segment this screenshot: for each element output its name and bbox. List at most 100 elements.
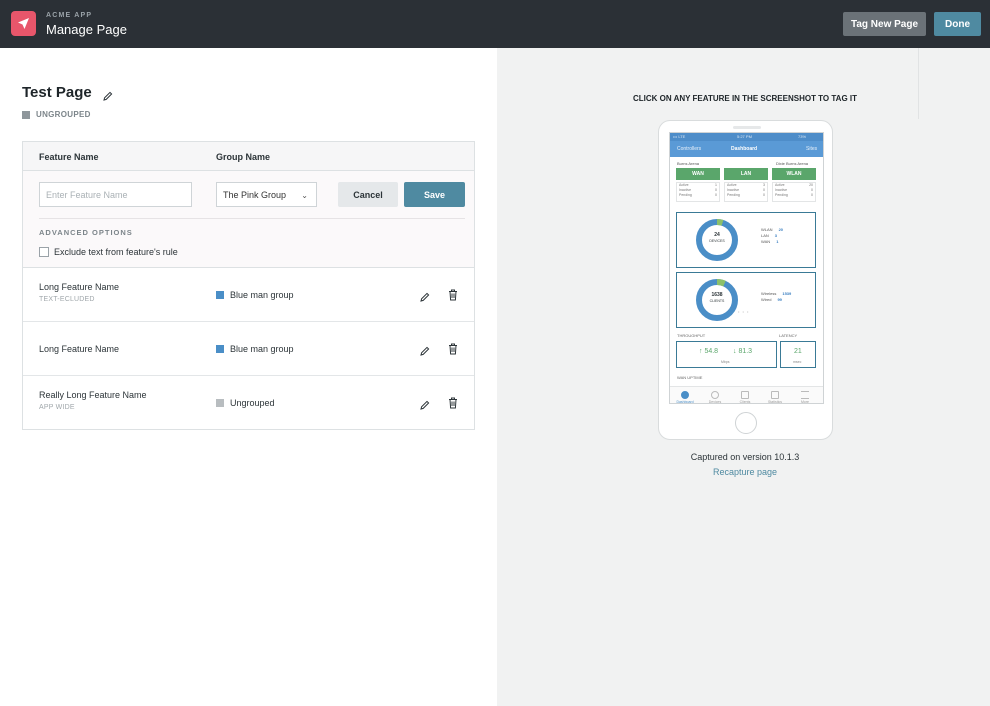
stat-value: 0 [811, 193, 813, 197]
wan-uptime-label[interactable]: WAN UPTIME [677, 375, 702, 380]
app-name: ACME APP [46, 12, 93, 19]
stat-key: Pending [775, 193, 788, 197]
edit-pencil-icon[interactable] [420, 397, 430, 415]
table-row[interactable]: Really Long Feature Name APP WIDE Ungrou… [23, 376, 474, 430]
exclude-text-label[interactable]: Exclude text from feature's rule [54, 247, 178, 257]
clients-count: 1638 [711, 292, 723, 298]
screenshot-tab-devices[interactable]: Devices [702, 400, 728, 403]
divider [39, 218, 465, 219]
group-select[interactable]: The Pink Group ⌄ [216, 182, 317, 207]
group-select-value: The Pink Group [223, 189, 287, 200]
dashboard-icon [681, 391, 689, 399]
legend-value: 20 [778, 227, 784, 232]
chevron-down-icon: ⌄ [301, 191, 308, 200]
tab-label: WAN [692, 171, 704, 177]
feature-name: Really Long Feature Name [39, 390, 147, 400]
legend-label: WAN [761, 239, 771, 244]
page-group-label: UNGROUPED [36, 110, 91, 119]
exclude-text-checkbox[interactable] [39, 247, 49, 257]
clients-label: CLIENTS [709, 299, 725, 303]
features-table: Feature Name Group Name The Pink Group ⌄… [22, 141, 475, 430]
delete-trash-icon[interactable] [448, 288, 458, 306]
stat-line: Pending 0 [773, 193, 815, 198]
tag-new-page-button[interactable]: Tag New Page [843, 12, 926, 36]
tab-label: LAN [740, 171, 752, 177]
throughput-label[interactable]: THROUGHPUT [677, 333, 705, 338]
latency-label[interactable]: LATENCY [779, 333, 797, 338]
table-row[interactable]: Long Feature Name Blue man group [23, 322, 474, 376]
throughput-up: ↑ 54.8 [699, 348, 719, 355]
feature-group: Ungrouped [216, 398, 275, 408]
legend-item: WAN 1 [761, 239, 783, 245]
screenshot-tab-bar[interactable]: Dashboard Devices Clients Statistics Mor… [670, 386, 823, 403]
devices-count: 24 [714, 232, 720, 238]
screenshot-tab-wan[interactable]: WAN [676, 168, 720, 180]
screenshot-latency-card[interactable]: 21 msec [780, 341, 816, 368]
feature-sub-label: TEXT-ECLUDED [39, 296, 95, 303]
cancel-button[interactable]: Cancel [338, 182, 398, 207]
screenshot-nav-bar[interactable]: Controllers Dashboard Sites [670, 141, 823, 157]
screenshot-nav-sites[interactable]: Sites [806, 146, 817, 152]
feature-name-input[interactable] [39, 182, 192, 207]
status-carrier: ••• LTE [673, 134, 686, 139]
done-button[interactable]: Done [934, 12, 981, 36]
screenshot-nav-controllers[interactable]: Controllers [677, 146, 701, 152]
screenshot-tab-dashboard[interactable]: Dashboard [672, 400, 698, 403]
screenshot-throughput-card[interactable]: ↑ 54.8 ↓ 81.3 Mbps [676, 341, 777, 368]
advanced-options-title: ADVANCED OPTIONS [39, 228, 133, 237]
page-title: Test Page [22, 84, 92, 101]
legend-item: Wired 99 [761, 297, 791, 303]
edit-pencil-icon[interactable] [420, 343, 430, 361]
group-color-swatch [216, 291, 224, 299]
feature-sub-label: APP WIDE [39, 404, 75, 411]
screenshot-location-left[interactable]: Burns Arena [677, 161, 699, 166]
throughput-down: ↓ 81.3 [733, 348, 753, 355]
column-header-group-name: Group Name [216, 152, 271, 162]
stat-value: 0 [763, 193, 765, 197]
screenshot-devices-card[interactable]: 24 DEVICES WLAN 20 LAN 3 WAN 1 [676, 212, 816, 268]
page-dots: • • • [738, 309, 750, 314]
status-time: 5:27 PM [737, 134, 752, 139]
statistics-icon [771, 391, 779, 399]
delete-trash-icon[interactable] [448, 342, 458, 360]
legend-value: 1 [776, 239, 779, 244]
stat-line: Pending 0 [725, 193, 767, 198]
legend-value: 3 [774, 233, 778, 238]
column-header-feature-name: Feature Name [39, 152, 99, 162]
screenshot-clients-card[interactable]: 1638 CLIENTS Wireless 1539 Wired 99 [676, 272, 816, 328]
divider [918, 48, 919, 119]
devices-label: DEVICES [709, 239, 725, 243]
save-button[interactable]: Save [404, 182, 465, 207]
table-row[interactable]: Long Feature Name TEXT-ECLUDED Blue man … [23, 268, 474, 322]
group-name: Blue man group [230, 290, 294, 300]
app-logo-icon [11, 11, 36, 36]
captured-version-text: Captured on version 10.1.3 [690, 452, 800, 462]
screenshot-stat-lan[interactable]: Active 3 Inactive 0 Pending 0 [724, 182, 768, 202]
screenshot-tab-more[interactable]: More [792, 400, 818, 403]
screenshot-preview-panel: CLICK ON ANY FEATURE IN THE SCREENSHOT T… [497, 48, 990, 706]
edit-pencil-icon[interactable] [420, 289, 430, 307]
legend-value: 99 [777, 297, 782, 302]
delete-trash-icon[interactable] [448, 396, 458, 414]
feature-name: Long Feature Name [39, 344, 120, 354]
legend-label: Wireless [761, 291, 777, 296]
page-group-badge: UNGROUPED [22, 110, 91, 119]
screenshot-tab-statistics[interactable]: Statistics [762, 400, 788, 403]
legend-label: LAN [761, 233, 769, 238]
stat-value: 0 [715, 193, 717, 197]
screenshot-tab-wlan[interactable]: WLAN [772, 168, 816, 180]
group-name: Ungrouped [230, 398, 275, 408]
screenshot-stat-wan[interactable]: Active 1 Inactive 0 Pending 0 [676, 182, 720, 202]
clients-icon [741, 391, 749, 399]
screenshot-location-right[interactable]: Dixie Burns Arena [776, 161, 808, 166]
stat-key: Pending [727, 193, 740, 197]
screenshot-stat-wlan[interactable]: Active 20 Inactive 0 Pending 0 [772, 182, 816, 202]
latency-unit: msec [793, 360, 802, 364]
screenshot-tab-clients[interactable]: Clients [732, 400, 758, 403]
screenshot-nav-title[interactable]: Dashboard [731, 146, 757, 152]
top-bar: ACME APP Manage Page Tag New Page Done [0, 0, 990, 48]
edit-title-pencil-icon[interactable] [103, 88, 113, 106]
screenshot-tab-lan[interactable]: LAN [724, 168, 768, 180]
captured-screenshot[interactable]: ••• LTE 5:27 PM 73% Controllers Dashboar… [669, 132, 824, 404]
recapture-page-link[interactable]: Recapture page [497, 467, 990, 477]
